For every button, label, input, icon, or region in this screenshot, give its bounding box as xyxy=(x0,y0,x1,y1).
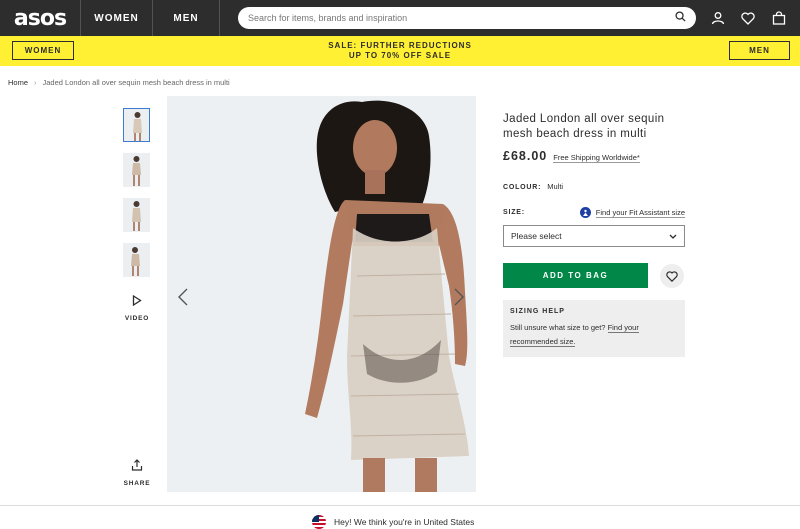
breadcrumb-separator: › xyxy=(34,78,37,87)
us-flag-icon xyxy=(312,515,326,529)
sale-men-button[interactable]: MEN xyxy=(729,41,790,60)
footer-divider xyxy=(0,505,800,506)
free-shipping-link[interactable]: Free Shipping Worldwide* xyxy=(553,153,640,163)
colour-row: COLOUR: Multi xyxy=(503,182,563,191)
video-button[interactable]: VIDEO xyxy=(120,293,154,322)
sizing-help-text: Still unsure what size to get? xyxy=(510,323,606,332)
breadcrumb: Home › Jaded London all over sequin mesh… xyxy=(8,78,230,87)
price-row: £68.00 Free Shipping Worldwide* xyxy=(503,149,640,163)
geo-banner: Hey! We think you're in United States xyxy=(312,515,474,529)
sale-text[interactable]: SALE: FURTHER REDUCTIONS UP TO 70% OFF S… xyxy=(250,41,550,61)
top-nav-bar: asos WOMEN MEN xyxy=(0,0,800,36)
colour-value: Multi xyxy=(547,182,564,191)
search-input[interactable] xyxy=(248,13,675,23)
sale-line-1: SALE: FURTHER REDUCTIONS xyxy=(328,41,472,50)
geo-banner-text: Hey! We think you're in United States xyxy=(334,517,475,527)
breadcrumb-home[interactable]: Home xyxy=(8,78,28,87)
product-title: Jaded London all over sequin mesh beach … xyxy=(503,113,665,140)
account-icon[interactable] xyxy=(710,10,726,26)
sale-women-button[interactable]: WOMEN xyxy=(12,41,74,60)
nav-men[interactable]: MEN xyxy=(152,0,220,36)
nav-women[interactable]: WOMEN xyxy=(80,0,152,36)
main-product-image[interactable] xyxy=(167,96,476,492)
chevron-down-icon xyxy=(669,234,677,239)
sizing-help-box: SIZING HELP Still unsure what size to ge… xyxy=(503,300,685,357)
next-image-arrow[interactable] xyxy=(452,286,466,308)
prev-image-arrow[interactable] xyxy=(176,286,190,308)
sale-line-2: UP TO 70% OFF SALE xyxy=(348,51,452,60)
sale-banner[interactable]: WOMEN SALE: FURTHER REDUCTIONS UP TO 70%… xyxy=(0,36,800,66)
product-thumbnail[interactable] xyxy=(123,153,150,187)
search-icon[interactable] xyxy=(675,9,686,27)
fit-assistant-icon xyxy=(579,207,591,218)
sizing-help-title: SIZING HELP xyxy=(510,308,565,315)
size-row: SIZE: Find your Fit Assistant size xyxy=(503,207,685,218)
fit-assistant-link[interactable]: Find your Fit Assistant size xyxy=(579,207,685,218)
share-button[interactable]: SHARE xyxy=(120,458,154,487)
share-label: SHARE xyxy=(123,480,151,487)
sizing-help-body: Still unsure what size to get? Find your… xyxy=(510,321,678,349)
product-price: £68.00 xyxy=(503,149,548,163)
product-thumbnail[interactable] xyxy=(123,108,150,142)
save-for-later-button[interactable] xyxy=(660,264,684,288)
bag-icon[interactable] xyxy=(771,10,787,26)
video-label: VIDEO xyxy=(124,315,150,322)
size-label: SIZE: xyxy=(503,209,525,216)
asos-logo[interactable]: asos xyxy=(0,0,80,36)
breadcrumb-current: Jaded London all over sequin mesh beach … xyxy=(42,78,230,87)
fit-assistant-label: Find your Fit Assistant size xyxy=(595,207,685,218)
colour-label: COLOUR: xyxy=(503,184,542,191)
product-thumbnail[interactable] xyxy=(123,198,150,232)
product-thumbnail[interactable] xyxy=(123,243,150,277)
size-select-value: Please select xyxy=(511,231,562,241)
search-bar[interactable] xyxy=(238,7,696,29)
play-icon xyxy=(132,294,142,307)
add-to-bag-button[interactable]: ADD TO BAG xyxy=(503,263,648,288)
heart-icon[interactable] xyxy=(740,10,756,26)
heart-icon xyxy=(666,270,678,282)
size-select[interactable]: Please select xyxy=(503,225,685,247)
share-icon xyxy=(131,459,143,471)
